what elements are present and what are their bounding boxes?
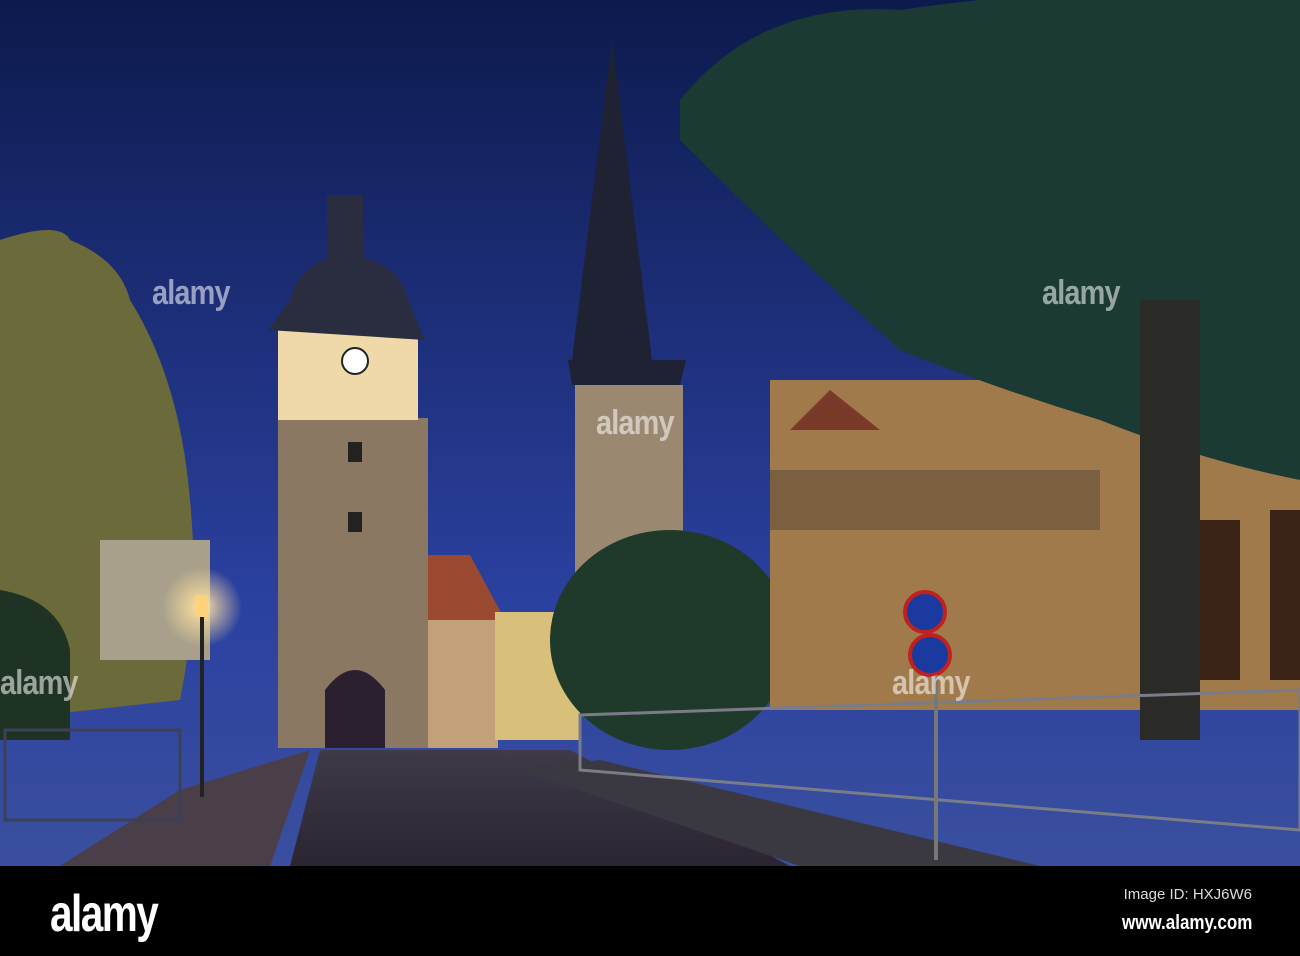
street-lamp: [196, 595, 208, 617]
watermark: alamy: [596, 404, 675, 442]
watermark: alamy: [1042, 274, 1121, 312]
watermark: alamy: [152, 274, 231, 312]
center-tree: [550, 530, 790, 750]
alamy-logo: alamy: [50, 885, 159, 943]
footer-bar: alamy Image ID: HXJ6W6 www.alamy.com: [0, 866, 1300, 956]
image-id: Image ID: HXJ6W6: [1123, 886, 1252, 903]
website-link[interactable]: www.alamy.com: [1122, 912, 1252, 935]
clock-icon: [341, 347, 369, 375]
watermark: alamy: [0, 664, 79, 702]
watermark: alamy: [892, 664, 971, 702]
stock-photo-page: alamy alamy alamy alamy alamy alamy Imag…: [0, 0, 1300, 956]
no-parking-sign: [903, 590, 947, 634]
